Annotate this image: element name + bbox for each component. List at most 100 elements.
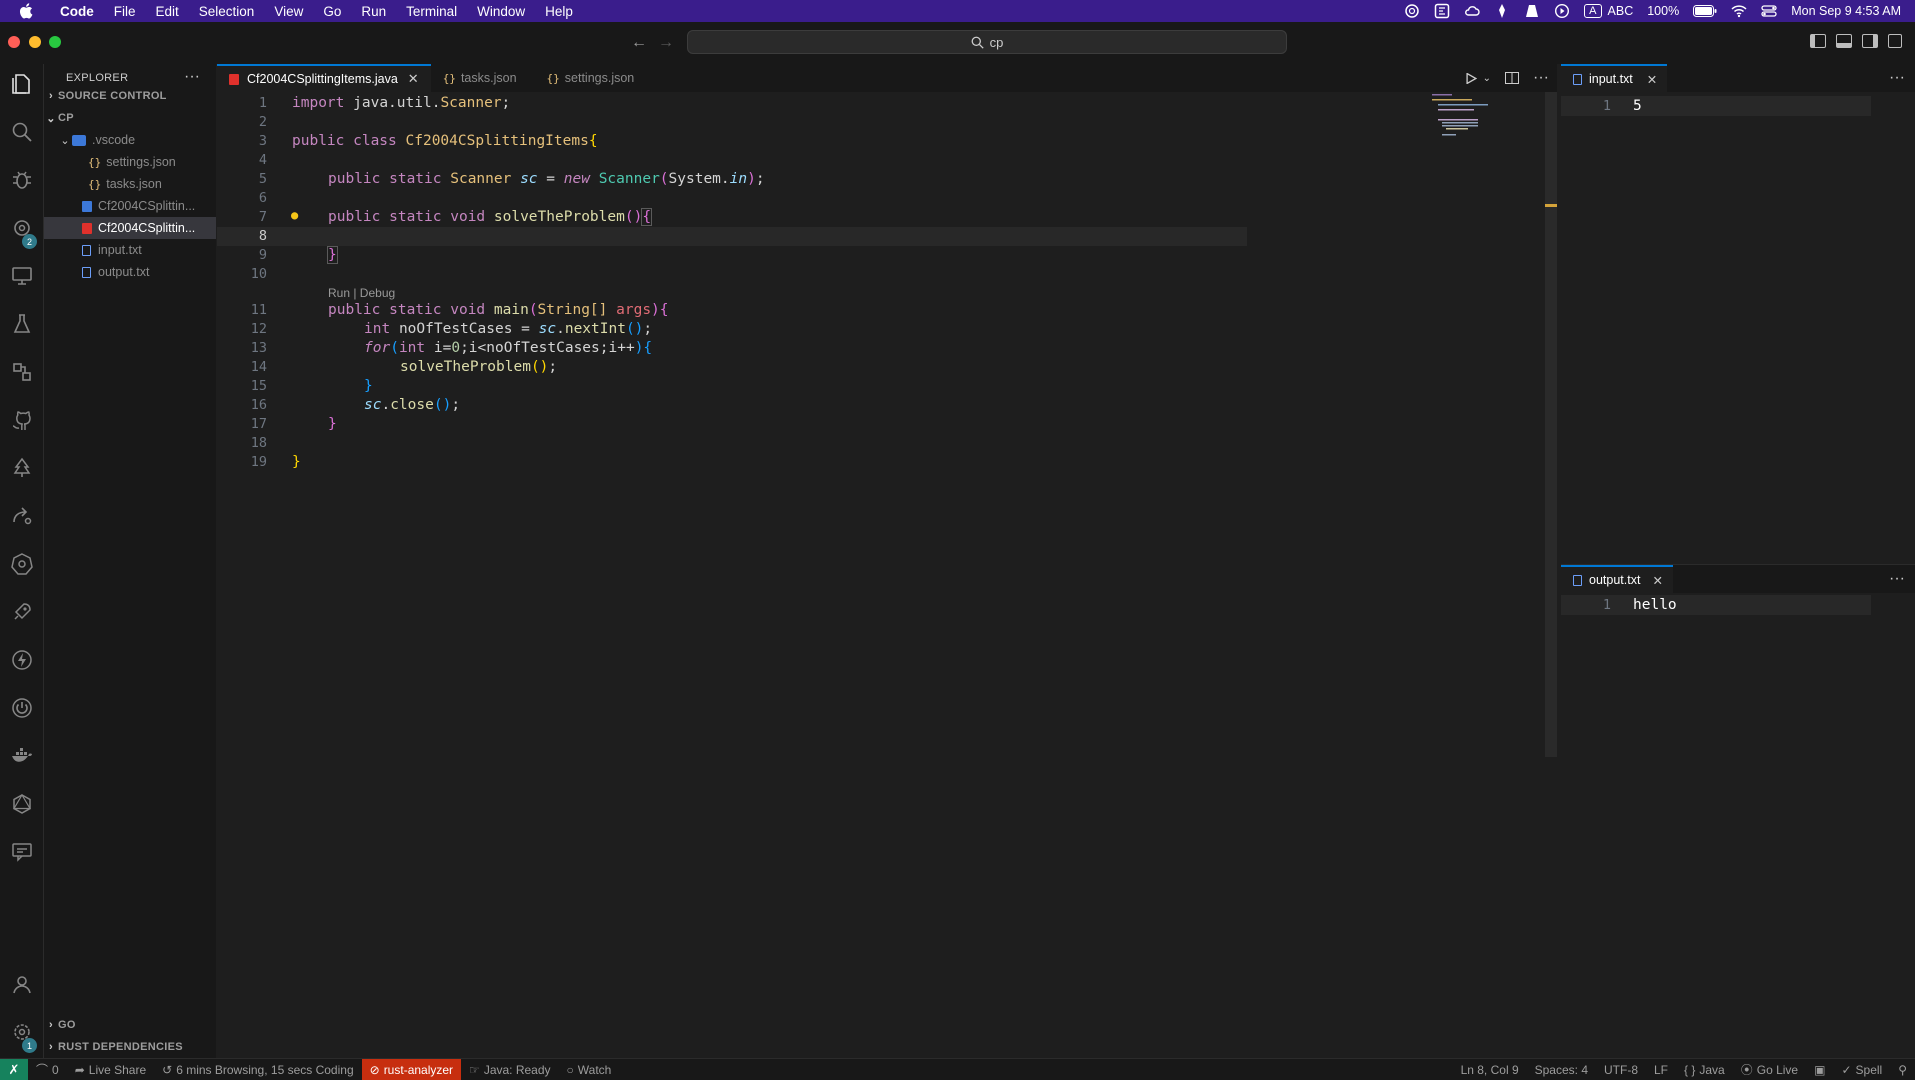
input-source[interactable]: A ABC — [1584, 4, 1633, 18]
live-share-status[interactable]: ➦ Live Share — [67, 1063, 154, 1077]
close-icon[interactable]: ✕ — [408, 71, 419, 87]
grid-app-icon[interactable] — [1434, 3, 1450, 19]
go-live-button[interactable]: ⦿ Go Live — [1733, 1061, 1806, 1078]
forward-arrow-icon[interactable]: → — [658, 34, 674, 52]
github-icon[interactable] — [8, 406, 36, 434]
kubernetes-icon[interactable] — [8, 550, 36, 578]
language-mode[interactable]: { } Java — [1676, 1063, 1733, 1077]
rust-analyzer-status[interactable]: ⊘ rust-analyzer — [361, 1058, 462, 1080]
remote-indicator-icon[interactable]: ✗ — [0, 1058, 28, 1080]
menu-window[interactable]: Window — [467, 4, 535, 19]
rocket-tray-icon[interactable] — [1494, 3, 1510, 19]
window-minimize-button[interactable] — [29, 36, 41, 48]
menu-file[interactable]: File — [104, 4, 146, 19]
tab-input-txt[interactable]: input.txt ✕ — [1561, 64, 1668, 92]
comments-icon[interactable] — [8, 838, 36, 866]
testing-icon[interactable] — [8, 310, 36, 338]
docker-icon[interactable] — [8, 742, 36, 770]
menu-go[interactable]: Go — [313, 4, 351, 19]
run-debug-codelens[interactable]: Run | Debug — [328, 286, 395, 300]
chatgpt-icon[interactable] — [1404, 3, 1420, 19]
go-section[interactable]: › GO — [44, 1014, 216, 1036]
cloud-icon[interactable] — [1464, 3, 1480, 19]
tree-item-java-source[interactable]: Cf2004CSplittin... — [44, 217, 216, 239]
control-center-icon[interactable] — [1761, 3, 1777, 19]
menu-run[interactable]: Run — [351, 4, 396, 19]
encoding[interactable]: UTF-8 — [1596, 1063, 1646, 1077]
tree-item-vscode-folder[interactable]: ⌄ .vscode — [44, 129, 216, 151]
split-editor-icon[interactable] — [1505, 72, 1520, 84]
tree-item-tasks-json[interactable]: {} tasks.json — [44, 173, 216, 195]
vlc-icon[interactable] — [1524, 3, 1540, 19]
accounts-icon[interactable] — [8, 970, 36, 998]
tab-tasks-json[interactable]: {} tasks.json — [431, 64, 529, 92]
tree-item-output-txt[interactable]: output.txt — [44, 261, 216, 283]
run-icon[interactable] — [1466, 72, 1477, 84]
explorer-icon[interactable] — [8, 70, 36, 98]
close-icon[interactable]: ✕ — [1647, 72, 1657, 87]
indentation[interactable]: Spaces: 4 — [1527, 1063, 1596, 1077]
tab-java-file[interactable]: Cf2004CSplittingItems.java ✕ — [217, 64, 431, 92]
lightbulb-icon[interactable]: ● — [291, 208, 298, 222]
coding-time-status[interactable]: ↺ 6 mins Browsing, 15 secs Coding — [154, 1063, 361, 1077]
graphql-icon[interactable] — [8, 790, 36, 818]
window-close-button[interactable] — [8, 36, 20, 48]
menubar-clock[interactable]: Mon Sep 9 4:53 AM — [1791, 4, 1901, 18]
menu-selection[interactable]: Selection — [189, 4, 265, 19]
battery-icon[interactable] — [1693, 5, 1717, 17]
rocket-icon[interactable] — [8, 598, 36, 626]
power-icon[interactable] — [8, 694, 36, 722]
toggle-primary-sidebar-icon[interactable] — [1810, 34, 1826, 48]
tree-item-input-txt[interactable]: input.txt — [44, 239, 216, 261]
menu-view[interactable]: View — [264, 4, 313, 19]
java-status[interactable]: ☞ Java: Ready — [461, 1063, 558, 1077]
workspace-section[interactable]: ⌄ CP — [44, 107, 216, 129]
tab-settings-json[interactable]: {} settings.json — [529, 64, 647, 92]
remote-explorer-icon[interactable] — [8, 262, 36, 290]
menu-terminal[interactable]: Terminal — [396, 4, 467, 19]
ports-status[interactable]: ⌒ 0 — [28, 1061, 67, 1078]
watch-status[interactable]: ○ Watch — [559, 1063, 620, 1077]
more-actions-icon[interactable]: ··· — [1889, 69, 1905, 87]
menu-app-code[interactable]: Code — [50, 4, 104, 19]
tree-item-settings-json[interactable]: {} settings.json — [44, 151, 216, 173]
minimap[interactable] — [1430, 92, 1520, 152]
tree-item-java-class[interactable]: Cf2004CSplittin... — [44, 195, 216, 217]
lightning-icon[interactable] — [8, 646, 36, 674]
editor-scrollbar[interactable] — [1545, 92, 1557, 757]
play-circle-icon[interactable] — [1554, 3, 1570, 19]
wifi-icon[interactable] — [1731, 3, 1747, 19]
close-icon[interactable]: ✕ — [1652, 573, 1662, 588]
trash-icon[interactable]: ▣ — [1806, 1063, 1833, 1077]
rust-dependencies-section[interactable]: › RUST DEPENDENCIES — [44, 1036, 216, 1058]
search-activity-icon[interactable] — [8, 118, 36, 146]
run-dropdown-icon[interactable]: ⌄ — [1483, 73, 1491, 84]
input-editor-pane[interactable]: input.txt ✕ ··· 1 5 — [1561, 64, 1915, 556]
go-live-label: Go Live — [1756, 1062, 1799, 1077]
debug-icon[interactable] — [8, 166, 36, 194]
notifications-bell-icon[interactable]: ⚲ — [1890, 1063, 1915, 1077]
live-share-icon[interactable] — [8, 502, 36, 530]
more-actions-icon[interactable]: ··· — [1533, 69, 1549, 87]
customize-layout-icon[interactable] — [1888, 34, 1902, 48]
menu-edit[interactable]: Edit — [146, 4, 189, 19]
toggle-panel-icon[interactable] — [1836, 34, 1852, 48]
tree-icon[interactable] — [8, 454, 36, 482]
code-editor[interactable]: 1 import java.util.Scanner; 2 3 public c… — [217, 92, 1272, 1058]
back-arrow-icon[interactable]: ← — [631, 34, 647, 52]
source-control-section[interactable]: › SOURCE CONTROL — [44, 85, 216, 107]
spell-check-status[interactable]: ✓ Spell — [1833, 1063, 1890, 1077]
output-editor-pane[interactable]: output.txt ✕ ··· 1 hello — [1561, 564, 1915, 1058]
tab-output-txt[interactable]: output.txt ✕ — [1561, 565, 1673, 593]
more-actions-icon[interactable]: ··· — [184, 68, 200, 86]
toggle-secondary-sidebar-icon[interactable] — [1862, 34, 1878, 48]
more-actions-icon[interactable]: ··· — [1889, 570, 1905, 588]
apple-logo-icon[interactable] — [18, 2, 36, 20]
menu-help[interactable]: Help — [535, 4, 583, 19]
window-zoom-button[interactable] — [49, 36, 61, 48]
command-center-search[interactable]: cp — [687, 30, 1287, 54]
cursor-position[interactable]: Ln 8, Col 9 — [1453, 1063, 1527, 1077]
source-control-icon[interactable] — [8, 358, 36, 386]
end-of-line[interactable]: LF — [1646, 1063, 1676, 1077]
code-line: 9 } — [217, 246, 1247, 265]
